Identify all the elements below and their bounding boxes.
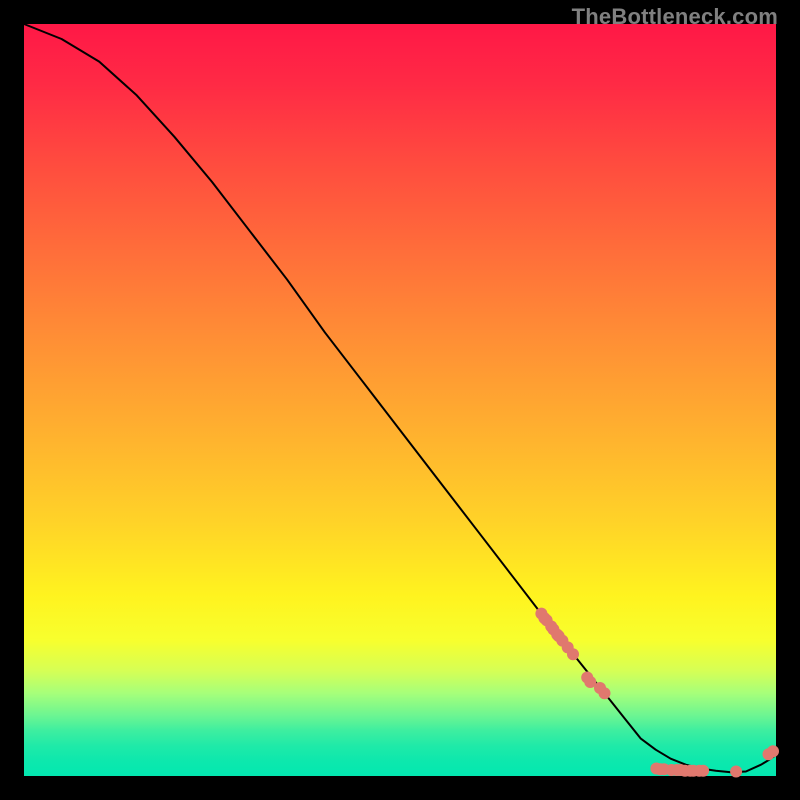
chart-stage: TheBottleneck.com	[0, 0, 800, 800]
curve-markers	[535, 608, 779, 778]
bottleneck-curve	[24, 24, 776, 772]
curve-marker	[730, 766, 742, 778]
bottleneck-curve-svg	[24, 24, 776, 776]
curve-marker	[599, 687, 611, 699]
curve-marker	[697, 765, 709, 777]
curve-marker	[567, 648, 579, 660]
curve-marker	[767, 745, 779, 757]
chart-plot-area	[24, 24, 776, 776]
